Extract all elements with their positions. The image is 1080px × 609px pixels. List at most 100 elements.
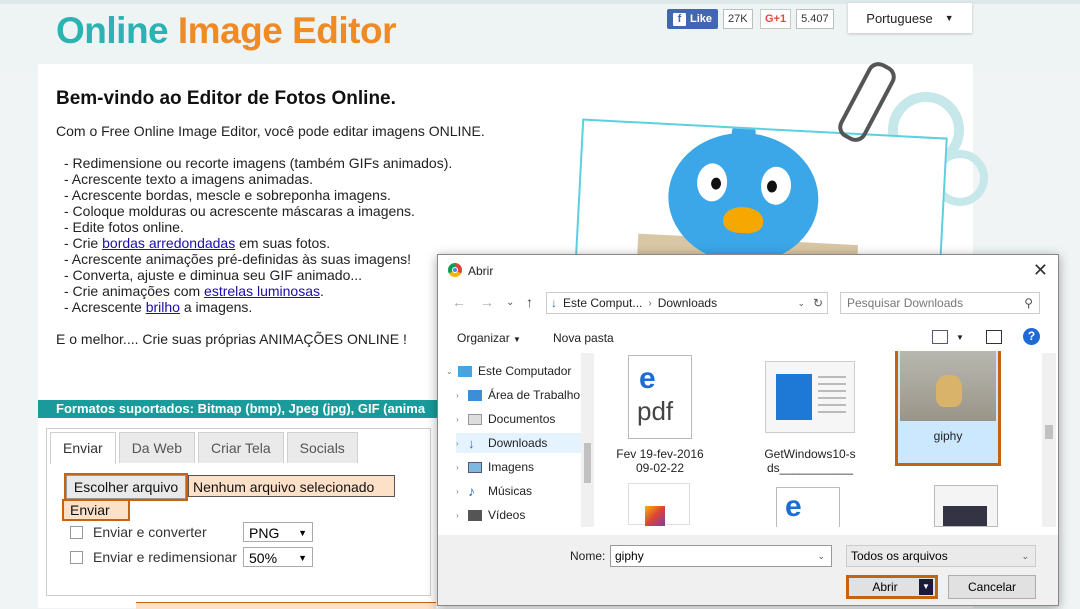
breadcrumb-root[interactable]: Este Comput...: [563, 296, 642, 310]
chevron-down-icon[interactable]: ⌄: [797, 298, 805, 309]
file-list-scrollbar-thumb[interactable]: [1045, 425, 1053, 439]
document-thumbnail: [765, 361, 855, 433]
tree-item-downloads[interactable]: › ↓ Downloads: [456, 433, 582, 453]
up-arrow-icon[interactable]: ↑: [526, 294, 533, 310]
pdf-label: pdf: [637, 396, 674, 426]
upload-tabs: Enviar Da Web Criar Tela Socials: [50, 432, 358, 464]
dialog-titlebar[interactable]: Abrir ✕: [438, 255, 1058, 286]
feature-item: - Redimensione ou recorte imagens (també…: [64, 155, 453, 171]
organize-label: Organizar: [457, 331, 510, 345]
option-resize[interactable]: Enviar e redimensionar: [70, 549, 237, 565]
tree-item-computer[interactable]: ⌄ Este Computador: [446, 361, 571, 381]
open-button[interactable]: Abrir ▼: [846, 575, 938, 599]
file-item-partial-window[interactable]: [934, 485, 998, 527]
resize-checkbox[interactable]: [70, 550, 83, 564]
preview-pane-icon[interactable]: [986, 330, 1002, 344]
download-arrow-icon: ↓: [551, 296, 557, 310]
bird-eye-left: [696, 162, 729, 203]
rounded-borders-link[interactable]: bordas arredondadas: [102, 235, 235, 251]
tree-label: Imagens: [488, 460, 535, 474]
convert-checkbox[interactable]: [70, 525, 83, 539]
chevron-right-icon[interactable]: ›: [456, 463, 468, 472]
glowing-stars-link[interactable]: estrelas luminosas: [204, 283, 320, 299]
facebook-like-label: Like: [690, 13, 713, 25]
navigation-tree: ⌄ Este Computador › Área de Trabalho › D…: [438, 353, 594, 527]
help-icon[interactable]: ?: [1023, 328, 1040, 345]
welcome-intro: Com o Free Online Image Editor, você pod…: [56, 123, 485, 139]
file-item-pdf[interactable]: e pdf Fev 19-fev-2016 09-02-22: [598, 355, 722, 475]
chevron-right-icon[interactable]: ›: [456, 415, 468, 424]
breadcrumb-downloads[interactable]: Downloads: [658, 296, 717, 310]
back-arrow-icon[interactable]: ←: [452, 294, 466, 310]
dialog-command-bar: Organizar ▼ Nova pasta ▼ ?: [438, 325, 1058, 351]
facebook-like-button[interactable]: f Like: [667, 9, 719, 29]
new-folder-button[interactable]: Nova pasta: [553, 331, 614, 345]
tree-label: Vídeos: [488, 508, 526, 522]
tab-enviar[interactable]: Enviar: [50, 432, 116, 464]
google-plus-share[interactable]: G+1 5.407: [760, 9, 834, 29]
chevron-right-icon[interactable]: ›: [456, 391, 468, 400]
bird-eye-right: [760, 166, 793, 206]
file-list-scrollbar[interactable]: [1042, 353, 1056, 527]
tab-criar-tela[interactable]: Criar Tela: [198, 432, 284, 463]
file-name: 09-02-22: [635, 461, 685, 475]
refresh-icon[interactable]: ↻: [813, 296, 823, 310]
resize-percent-select[interactable]: 50% ▼: [243, 547, 313, 567]
filetype-select[interactable]: Todos os arquivos ⌄: [846, 545, 1036, 567]
brightness-link[interactable]: brilho: [146, 299, 180, 315]
feature-item: - Crie bordas arredondadas em suas fotos…: [64, 235, 536, 251]
window-thumbnail: [943, 506, 987, 526]
music-icon: ♪: [468, 482, 475, 499]
tree-item-videos[interactable]: › Vídeos: [456, 505, 525, 525]
supported-formats-bar: Formatos suportados: Bitmap (bmp), Jpeg …: [38, 400, 454, 418]
tree-item-music[interactable]: › ♪ Músicas: [456, 481, 532, 501]
tree-item-desktop[interactable]: › Área de Trabalho: [456, 385, 580, 405]
caret-down-icon[interactable]: ▼: [919, 579, 933, 595]
logo-text-online: Online: [56, 10, 178, 51]
address-bar[interactable]: ↓ Este Comput... › Downloads ⌄ ↻: [546, 292, 828, 314]
feature-item: - Coloque molduras ou acrescente máscara…: [64, 203, 415, 219]
organize-menu[interactable]: Organizar ▼: [457, 331, 521, 345]
tree-item-images[interactable]: › Imagens: [456, 457, 534, 477]
search-input[interactable]: Pesquisar Downloads ⚲: [840, 292, 1040, 314]
tab-socials[interactable]: Socials: [286, 432, 358, 463]
site-logo[interactable]: Online Image Editor: [56, 10, 397, 52]
chevron-down-icon[interactable]: ⌄: [506, 297, 514, 308]
tree-label: Este Computador: [478, 364, 572, 378]
file-item-partial[interactable]: [628, 483, 690, 526]
chevron-down-icon[interactable]: ⌄: [446, 367, 458, 376]
send-button[interactable]: Enviar: [62, 499, 130, 521]
tree-scrollbar-thumb[interactable]: [584, 443, 591, 483]
file-item-partial-pdf[interactable]: e: [776, 487, 840, 527]
option-convert[interactable]: Enviar e converter: [70, 524, 207, 540]
document-thumbnail-image: [776, 374, 812, 420]
caret-down-icon[interactable]: ▼: [956, 333, 964, 342]
bird-beak: [722, 206, 764, 235]
chevron-right-icon[interactable]: ›: [456, 511, 468, 520]
cancel-button[interactable]: Cancelar: [948, 575, 1036, 599]
caret-down-icon: ▼: [944, 13, 954, 23]
chevron-down-icon[interactable]: ⌄: [817, 546, 825, 566]
tree-scrollbar[interactable]: [581, 353, 594, 527]
file-item-giphy[interactable]: giphy: [895, 351, 1001, 466]
facebook-like[interactable]: f Like 27K: [667, 9, 753, 29]
close-icon[interactable]: ✕: [1033, 260, 1048, 281]
tree-item-documents[interactable]: › Documentos: [456, 409, 555, 429]
tab-da-web[interactable]: Da Web: [118, 432, 196, 463]
chevron-right-icon[interactable]: ›: [456, 487, 468, 496]
chevron-right-icon[interactable]: ›: [456, 439, 468, 448]
view-options-icon[interactable]: [932, 330, 948, 344]
forward-arrow-icon[interactable]: →: [480, 294, 494, 310]
choose-file-button[interactable]: Escolher arquivo: [64, 473, 188, 501]
document-thumbnail-lines: [818, 376, 846, 416]
file-item-getwindows10[interactable]: GetWindows10-s ds___________: [748, 355, 872, 475]
google-plus-button[interactable]: G+1: [760, 9, 792, 29]
filename-input[interactable]: giphy ⌄: [610, 545, 832, 567]
language-label: Portuguese: [866, 10, 933, 26]
language-selector[interactable]: Portuguese ▼: [848, 3, 972, 33]
convert-format-select[interactable]: PNG ▼: [243, 522, 313, 542]
resize-percent-value: 50%: [249, 550, 278, 566]
feature-text: .: [319, 283, 324, 299]
feature-text: a imagens.: [179, 299, 253, 315]
filename-label: Nome:: [570, 549, 606, 563]
